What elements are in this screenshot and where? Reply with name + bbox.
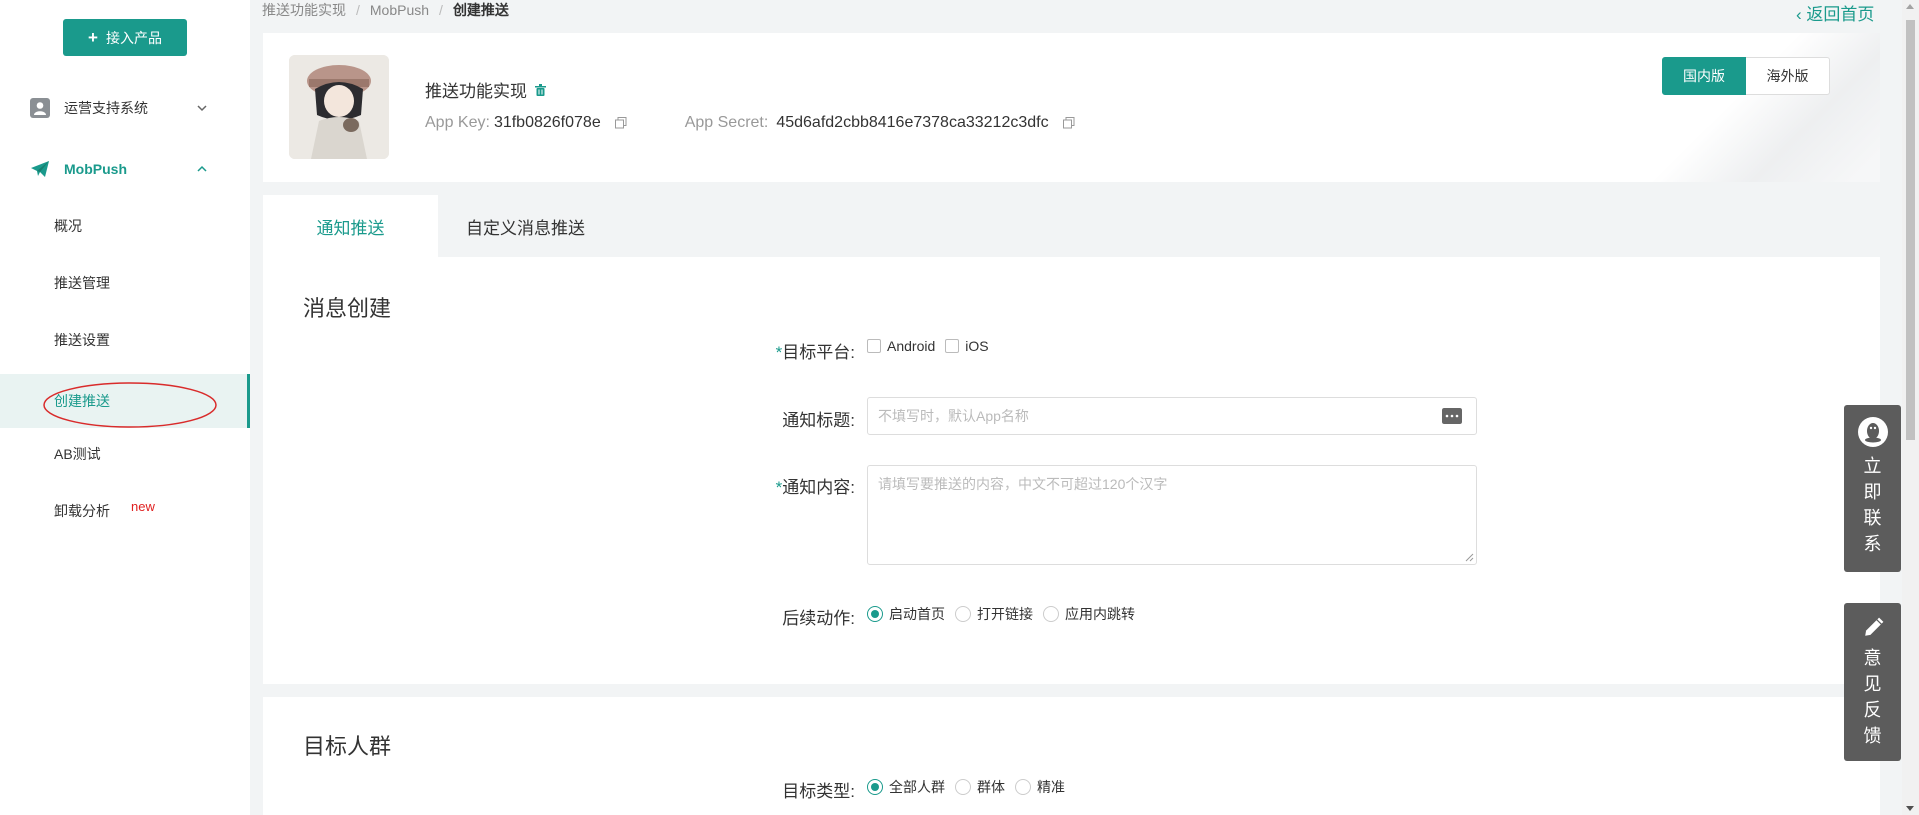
sidebar-item-uninstall-analysis[interactable]: 卸载分析 new — [0, 488, 250, 534]
trash-icon[interactable] — [535, 83, 546, 96]
user-icon — [30, 98, 50, 118]
app-key-value: 31fb0826f078e — [493, 114, 601, 131]
qq-icon — [1857, 417, 1888, 447]
notify-title-field[interactable] — [867, 397, 1477, 435]
overseas-version-button[interactable]: 海外版 — [1746, 57, 1830, 95]
sidebar-item-label: 推送设置 — [54, 332, 110, 348]
sidebar-item-label: 创建推送 — [54, 393, 110, 409]
app-secret-label: App Secret: — [684, 114, 769, 131]
back-home-link[interactable]: ‹ 返回首页 — [1796, 0, 1874, 25]
field-label: *目标平台: — [775, 343, 855, 362]
scroll-up-arrow-icon[interactable] — [1906, 4, 1914, 9]
sidebar-item-overview[interactable]: 概况 — [0, 203, 250, 249]
section-title: 消息创建 — [303, 296, 392, 321]
android-checkbox[interactable]: Android — [867, 338, 935, 354]
chevron-left-icon: ‹ — [1796, 5, 1807, 24]
target-audience-panel: 目标人群 目标类型: 全部人群 群体 精准 — [263, 697, 1880, 815]
notify-title-input[interactable] — [868, 398, 1428, 434]
notify-content-textarea[interactable] — [868, 466, 1476, 564]
add-product-label: 接入产品 — [105, 29, 162, 46]
sidebar-item-create-push[interactable]: 创建推送 — [0, 374, 250, 428]
plus-icon: + — [88, 28, 98, 47]
sidebar-item-label: AB测试 — [54, 446, 101, 462]
feedback-label: 意见反馈 — [1863, 648, 1882, 746]
sidebar-group-mobpush[interactable]: MobPush — [0, 149, 250, 189]
breadcrumb: 推送功能实现 / MobPush / 创建推送 — [262, 2, 509, 18]
radio-in-app-jump[interactable]: 应用内跳转 — [1043, 604, 1135, 624]
domestic-version-button[interactable]: 国内版 — [1662, 57, 1746, 95]
app-avatar — [289, 55, 389, 159]
sidebar-item-label: 卸载分析 — [54, 503, 110, 519]
sidebar-item-push-settings[interactable]: 推送设置 — [0, 317, 250, 363]
new-badge: new — [131, 499, 155, 514]
add-product-button[interactable]: + 接入产品 — [63, 19, 187, 56]
paper-plane-icon — [31, 161, 49, 177]
feedback-button[interactable]: 意见反馈 — [1844, 603, 1901, 761]
sidebar-item-ab-test[interactable]: AB测试 — [0, 431, 250, 477]
copy-icon[interactable] — [1062, 117, 1075, 129]
radio-open-link[interactable]: 打开链接 — [955, 604, 1033, 624]
resize-grip-icon[interactable] — [1464, 552, 1474, 562]
field-label: 目标类型: — [782, 782, 855, 801]
ios-checkbox[interactable]: iOS — [945, 338, 989, 354]
contact-now-button[interactable]: 立即联系 — [1844, 405, 1901, 572]
app-info-card: 推送功能实现 App Key: 31fb0826f078e App Secret… — [263, 33, 1880, 182]
target-type-row: 目标类型: 全部人群 群体 精准 — [263, 773, 1880, 803]
follow-action-options: 启动首页 打开链接 应用内跳转 — [867, 604, 1145, 624]
field-label: 后续动作: — [782, 609, 855, 628]
field-label: *通知内容: — [775, 478, 855, 497]
message-create-panel: 消息创建 *目标平台: Android iOS 通知标题: *通知内容: 后续动… — [263, 257, 1880, 684]
region-toggle: 国内版 海外版 — [1662, 57, 1830, 95]
app-credentials: App Key: 31fb0826f078e App Secret: 45d6a… — [425, 114, 1075, 132]
scroll-thumb[interactable] — [1906, 20, 1915, 440]
target-type-options: 全部人群 群体 精准 — [867, 777, 1075, 797]
radio-precise[interactable]: 精准 — [1015, 777, 1065, 797]
app-key-label: App Key: — [425, 114, 490, 131]
radio-launch-home[interactable]: 启动首页 — [867, 604, 945, 624]
section-title: 目标人群 — [303, 734, 392, 759]
breadcrumb-item[interactable]: 推送功能实现 — [262, 2, 346, 18]
keyboard-icon — [1442, 408, 1462, 424]
card-decoration — [1610, 33, 1880, 182]
copy-icon[interactable] — [614, 117, 627, 129]
app-name: 推送功能实现 — [425, 77, 546, 102]
scroll-down-arrow-icon[interactable] — [1906, 806, 1914, 811]
sidebar-item-push-manage[interactable]: 推送管理 — [0, 260, 250, 306]
app-secret-value: 45d6afd2cbb8416e7378ca33212c3dfc — [776, 114, 1049, 131]
breadcrumb-item[interactable]: MobPush — [370, 2, 429, 18]
follow-action-row: 后续动作: 启动首页 打开链接 应用内跳转 — [263, 600, 1880, 630]
sidebar-group-ops[interactable]: 运营支持系统 — [0, 88, 250, 128]
contact-now-label: 立即联系 — [1863, 456, 1882, 554]
platform-options: Android iOS — [867, 338, 999, 354]
field-label: 通知标题: — [782, 411, 855, 430]
tab-custom-message-push[interactable]: 自定义消息推送 — [438, 195, 613, 257]
back-home-label: 返回首页 — [1806, 5, 1875, 24]
pencil-icon — [1864, 617, 1883, 636]
sidebar-item-label: 推送管理 — [54, 275, 110, 291]
radio-group[interactable]: 群体 — [955, 777, 1005, 797]
breadcrumb-current: 创建推送 — [452, 2, 509, 18]
notify-content-field[interactable] — [867, 465, 1477, 565]
sidebar-group-label: MobPush — [64, 161, 127, 177]
app-name-text: 推送功能实现 — [425, 82, 527, 101]
sidebar-item-label: 概况 — [54, 218, 82, 234]
page-scrollbar[interactable] — [1902, 0, 1919, 815]
target-platform-row: *目标平台: Android iOS — [263, 334, 1880, 364]
radio-all-users[interactable]: 全部人群 — [867, 777, 945, 797]
sidebar: + 接入产品 运营支持系统 MobPush 概况 推送管理 推送设置 创建推送 — [0, 0, 250, 815]
sidebar-group-label: 运营支持系统 — [64, 100, 148, 116]
tab-notification-push[interactable]: 通知推送 — [263, 195, 438, 257]
chevron-down-icon — [197, 105, 207, 112]
chevron-up-icon — [197, 165, 207, 172]
